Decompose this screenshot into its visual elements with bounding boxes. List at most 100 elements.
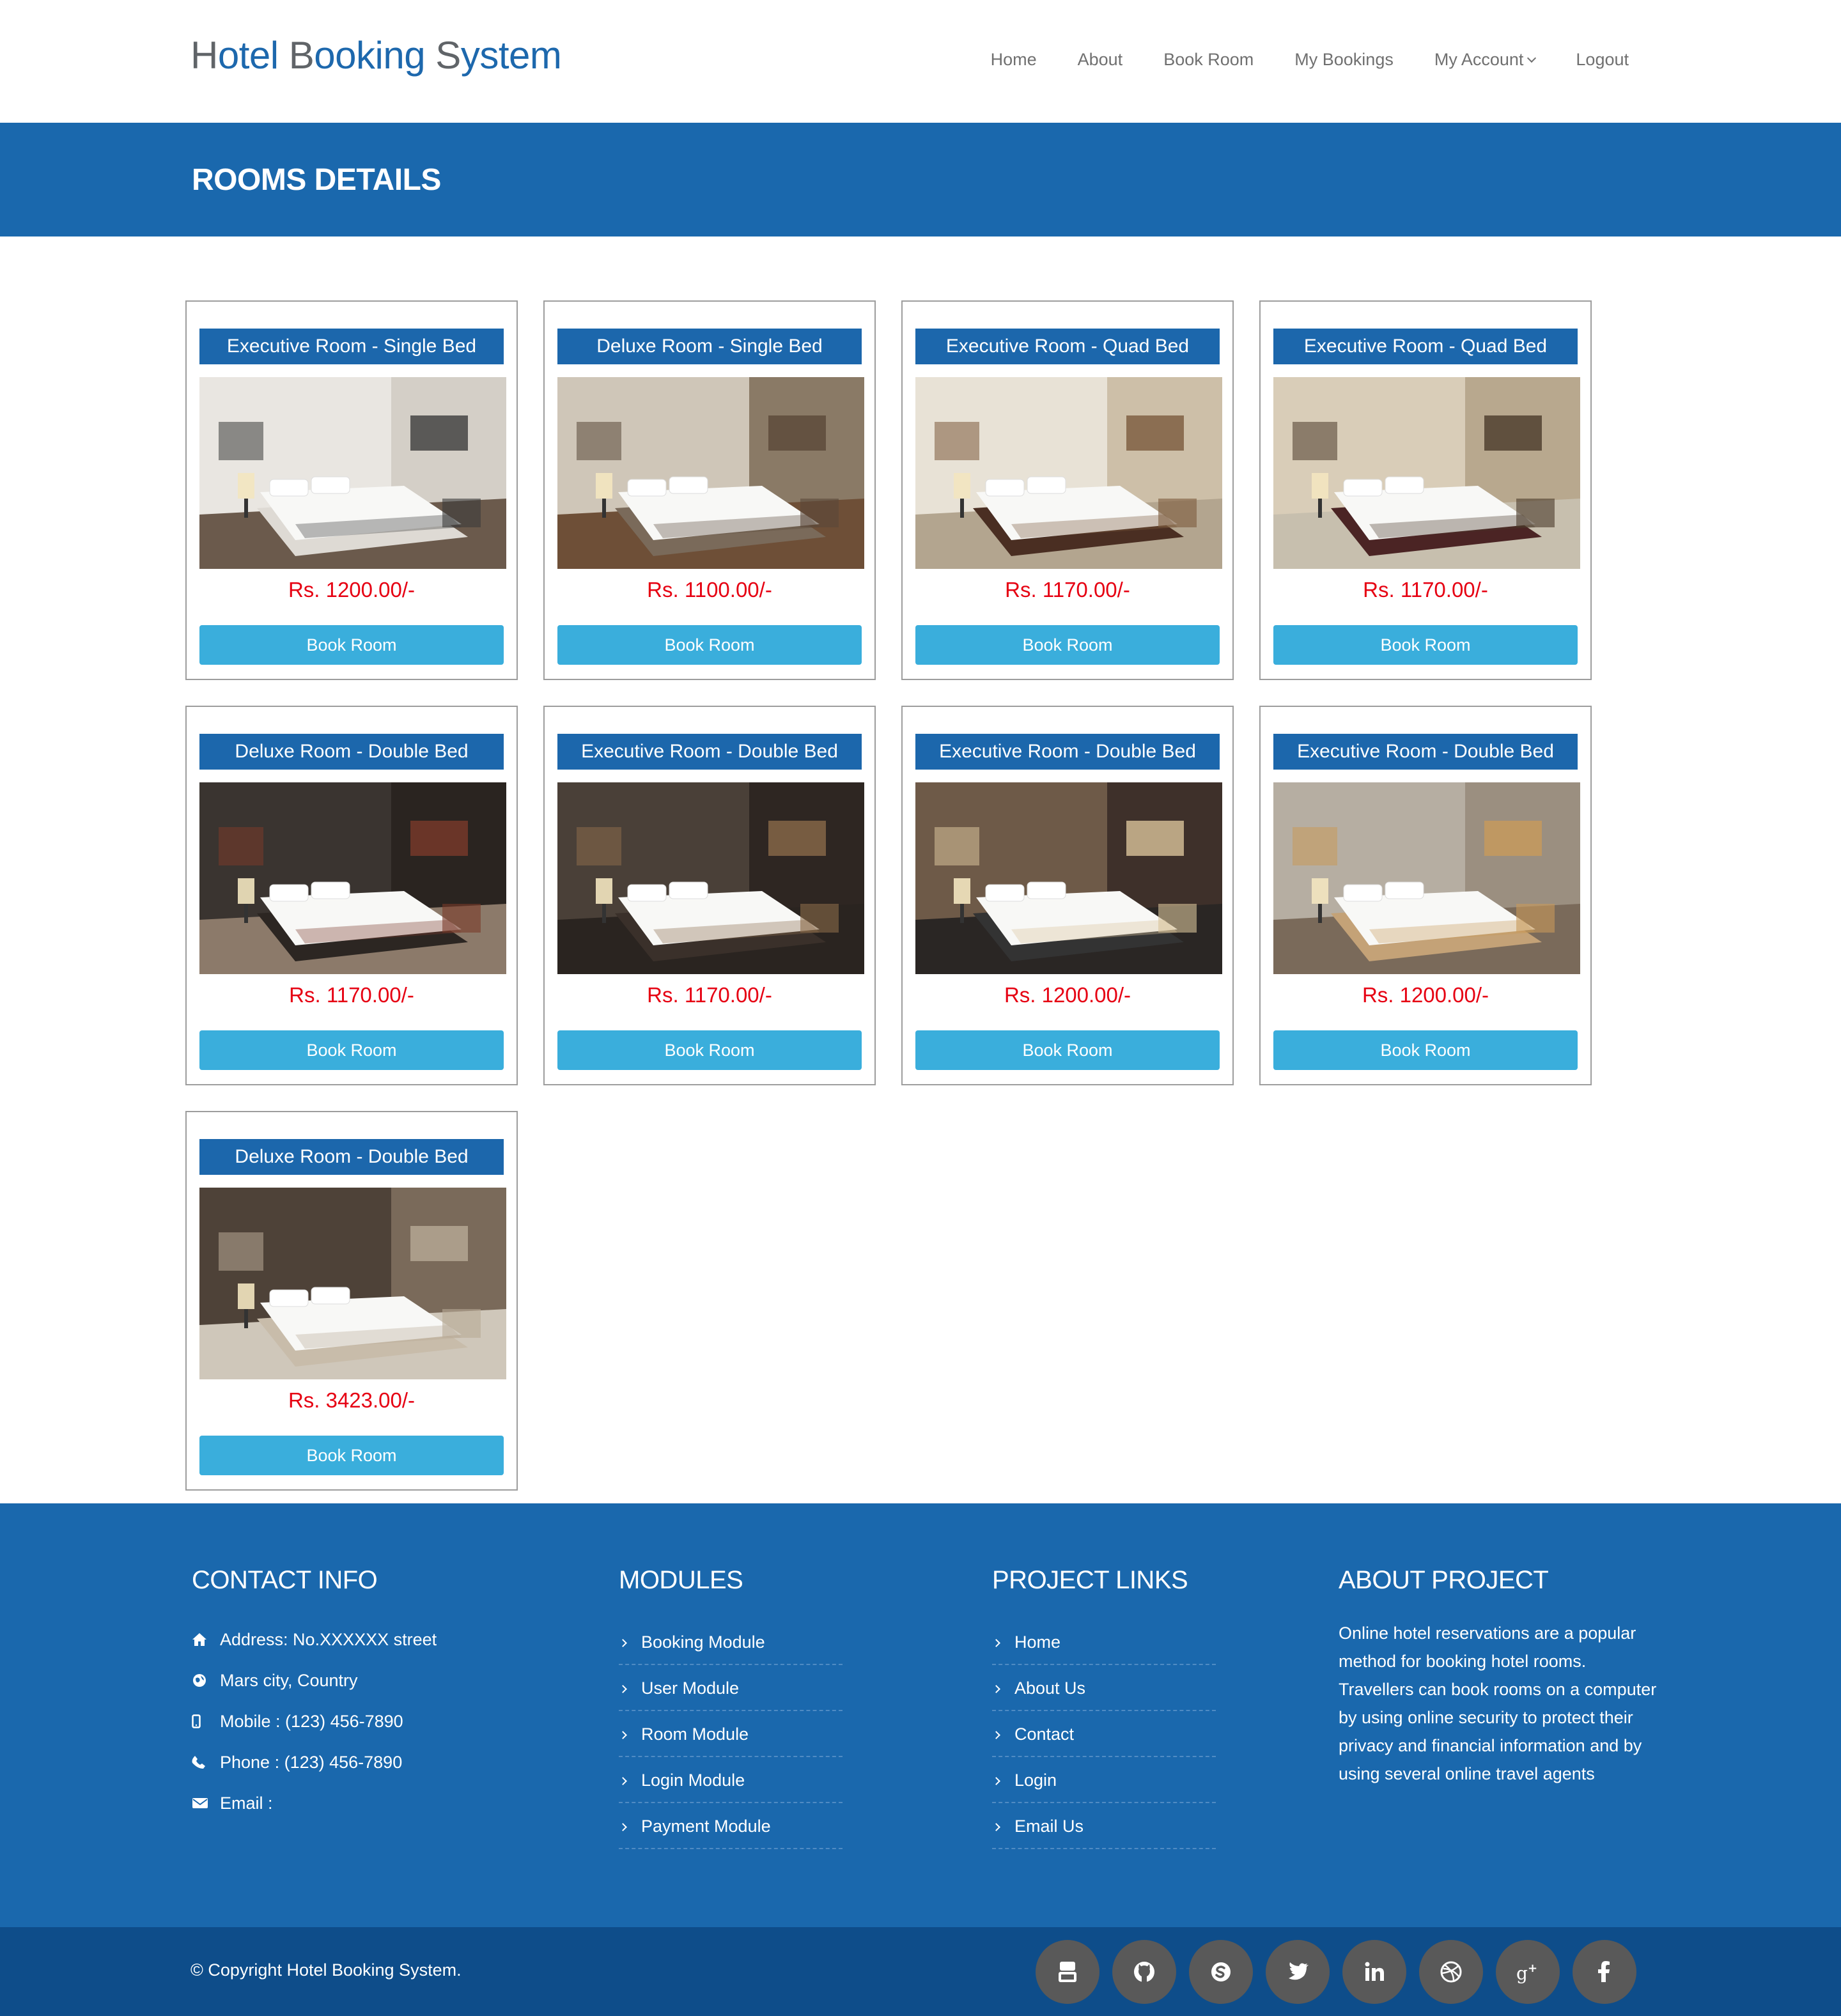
nav-item-about[interactable]: About	[1078, 50, 1123, 70]
module-link-label: User Module	[641, 1679, 740, 1698]
modules-section: MODULES Booking Module User Module Room Mo…	[619, 1566, 843, 1849]
book-room-button[interactable]: Book Room	[915, 625, 1220, 665]
github-icon	[1130, 1958, 1158, 1986]
skype-icon	[1207, 1958, 1235, 1986]
room-photo	[199, 782, 506, 974]
project-link[interactable]: Login	[992, 1757, 1216, 1803]
google-plus-link[interactable]: g +	[1496, 1940, 1560, 2004]
room-photo	[199, 377, 506, 569]
book-room-button[interactable]: Book Room	[199, 625, 504, 665]
room-photo	[1273, 782, 1580, 974]
contact-item: Mobile : (123) 456-7890	[192, 1701, 437, 1742]
book-room-button[interactable]: Book Room	[557, 1030, 862, 1070]
globe-icon	[192, 1673, 220, 1688]
room-card: Executive Room - Double Bed Rs. 1170.00/-…	[543, 706, 876, 1085]
contact-item: Mars city, Country	[192, 1660, 437, 1701]
facebook-link[interactable]	[1573, 1940, 1636, 2004]
room-price: Rs. 1200.00/-	[1362, 983, 1489, 1007]
room-photo	[1273, 377, 1580, 569]
module-link-label: Payment Module	[641, 1817, 771, 1836]
project-links-heading: PROJECT LINKS	[992, 1566, 1188, 1594]
room-title: Deluxe Room - Double Bed	[199, 1139, 504, 1175]
module-link[interactable]: Room Module	[619, 1711, 843, 1757]
room-card: Executive Room - Double Bed Rs. 1200.00/-…	[1259, 706, 1592, 1085]
brand-logo[interactable]: Hotel Booking System	[190, 33, 562, 77]
nav-item-my-account[interactable]: My Account	[1434, 50, 1537, 70]
about-project-text: Online hotel reservations are a popular …	[1339, 1624, 1657, 1783]
room-price: Rs. 1170.00/-	[1363, 578, 1488, 601]
contact-item: Email :	[192, 1783, 437, 1824]
copyright-text: © Copyright Hotel Booking System.	[190, 1960, 462, 1980]
project-link[interactable]: Contact	[992, 1711, 1216, 1757]
project-link[interactable]: Home	[992, 1619, 1216, 1665]
contact-item-text: Email :	[220, 1793, 273, 1813]
project-link-label: About Us	[1014, 1679, 1086, 1698]
site-footer: CONTACT INFO Address: No.XXXXXX street Ma…	[0, 1503, 1841, 1927]
room-photo	[915, 782, 1222, 974]
skype-link[interactable]	[1189, 1940, 1253, 2004]
chevron-right-icon	[992, 1685, 1000, 1693]
room-photo	[557, 782, 864, 974]
room-title: Deluxe Room - Single Bed	[557, 329, 862, 364]
contact-item-text: Phone : (123) 456-7890	[220, 1752, 403, 1772]
book-room-button[interactable]: Book Room	[915, 1030, 1220, 1070]
youtube-icon	[1053, 1958, 1082, 1986]
module-link-label: Login Module	[641, 1771, 745, 1790]
project-links-section: PROJECT LINKS Home About Us Contact Login Em…	[992, 1566, 1216, 1849]
book-room-button[interactable]: Book Room	[199, 1436, 504, 1475]
room-card: Executive Room - Single Bed Rs. 1200.00/-…	[185, 300, 518, 680]
chevron-right-icon	[992, 1639, 1000, 1647]
twitter-link[interactable]	[1266, 1940, 1330, 2004]
module-link[interactable]: Payment Module	[619, 1803, 843, 1849]
room-card: Executive Room - Double Bed Rs. 1200.00/-…	[901, 706, 1234, 1085]
room-title: Executive Room - Double Bed	[1273, 734, 1578, 770]
chevron-right-icon	[992, 1823, 1000, 1831]
module-link-label: Room Module	[641, 1725, 749, 1744]
module-link[interactable]: Booking Module	[619, 1619, 843, 1665]
project-link-label: Home	[1014, 1632, 1061, 1652]
main-nav: Home About Book Room My Bookings My Acco…	[991, 50, 1629, 70]
room-card: Deluxe Room - Single Bed Rs. 1100.00/- Boo…	[543, 300, 876, 680]
room-title: Executive Room - Single Bed	[199, 329, 504, 364]
chevron-right-icon	[992, 1777, 1000, 1785]
room-card: Deluxe Room - Double Bed Rs. 1170.00/- Boo…	[185, 706, 518, 1085]
book-room-button[interactable]: Book Room	[1273, 1030, 1578, 1070]
page-title-bar: ROOMS DETAILS	[0, 123, 1841, 236]
book-room-button[interactable]: Book Room	[557, 625, 862, 665]
chevron-down-icon	[1527, 53, 1537, 63]
project-link[interactable]: About Us	[992, 1665, 1216, 1711]
module-link[interactable]: Login Module	[619, 1757, 843, 1803]
youtube-link[interactable]	[1036, 1940, 1099, 2004]
about-project-section: ABOUT PROJECT Online hotel reservations …	[1339, 1566, 1658, 1788]
project-link-label: Login	[1014, 1771, 1057, 1790]
dribbble-link[interactable]	[1419, 1940, 1483, 2004]
chevron-right-icon	[992, 1731, 1000, 1739]
nav-item-logout[interactable]: Logout	[1576, 50, 1629, 70]
contact-item: Phone : (123) 456-7890	[192, 1742, 437, 1783]
nav-item-home[interactable]: Home	[991, 50, 1037, 70]
book-room-button[interactable]: Book Room	[1273, 625, 1578, 665]
contact-item-text: Mars city, Country	[220, 1670, 358, 1690]
contact-info-heading: CONTACT INFO	[192, 1566, 378, 1594]
room-card: Executive Room - Quad Bed Rs. 1170.00/- Bo…	[901, 300, 1234, 680]
room-photo	[199, 1188, 506, 1379]
room-title: Executive Room - Double Bed	[915, 734, 1220, 770]
chevron-right-icon	[619, 1731, 627, 1739]
room-price: Rs. 1170.00/-	[289, 983, 414, 1007]
linkedin-link[interactable]	[1342, 1940, 1406, 2004]
envelope-icon	[192, 1797, 220, 1810]
nav-item-book-room[interactable]: Book Room	[1163, 50, 1254, 70]
github-link[interactable]	[1112, 1940, 1176, 2004]
project-link[interactable]: Email Us	[992, 1803, 1216, 1849]
room-price: Rs. 3423.00/-	[288, 1388, 416, 1412]
linkedin-icon	[1360, 1958, 1388, 1986]
module-link[interactable]: User Module	[619, 1665, 843, 1711]
dribbble-icon	[1437, 1958, 1465, 1986]
modules-heading: MODULES	[619, 1566, 743, 1594]
about-project-heading: ABOUT PROJECT	[1339, 1566, 1549, 1594]
contact-item-text: Address: No.XXXXXX street	[220, 1629, 437, 1649]
nav-item-my-bookings[interactable]: My Bookings	[1294, 50, 1394, 70]
chevron-right-icon	[619, 1777, 627, 1785]
book-room-button[interactable]: Book Room	[199, 1030, 504, 1070]
chevron-right-icon	[619, 1823, 627, 1831]
